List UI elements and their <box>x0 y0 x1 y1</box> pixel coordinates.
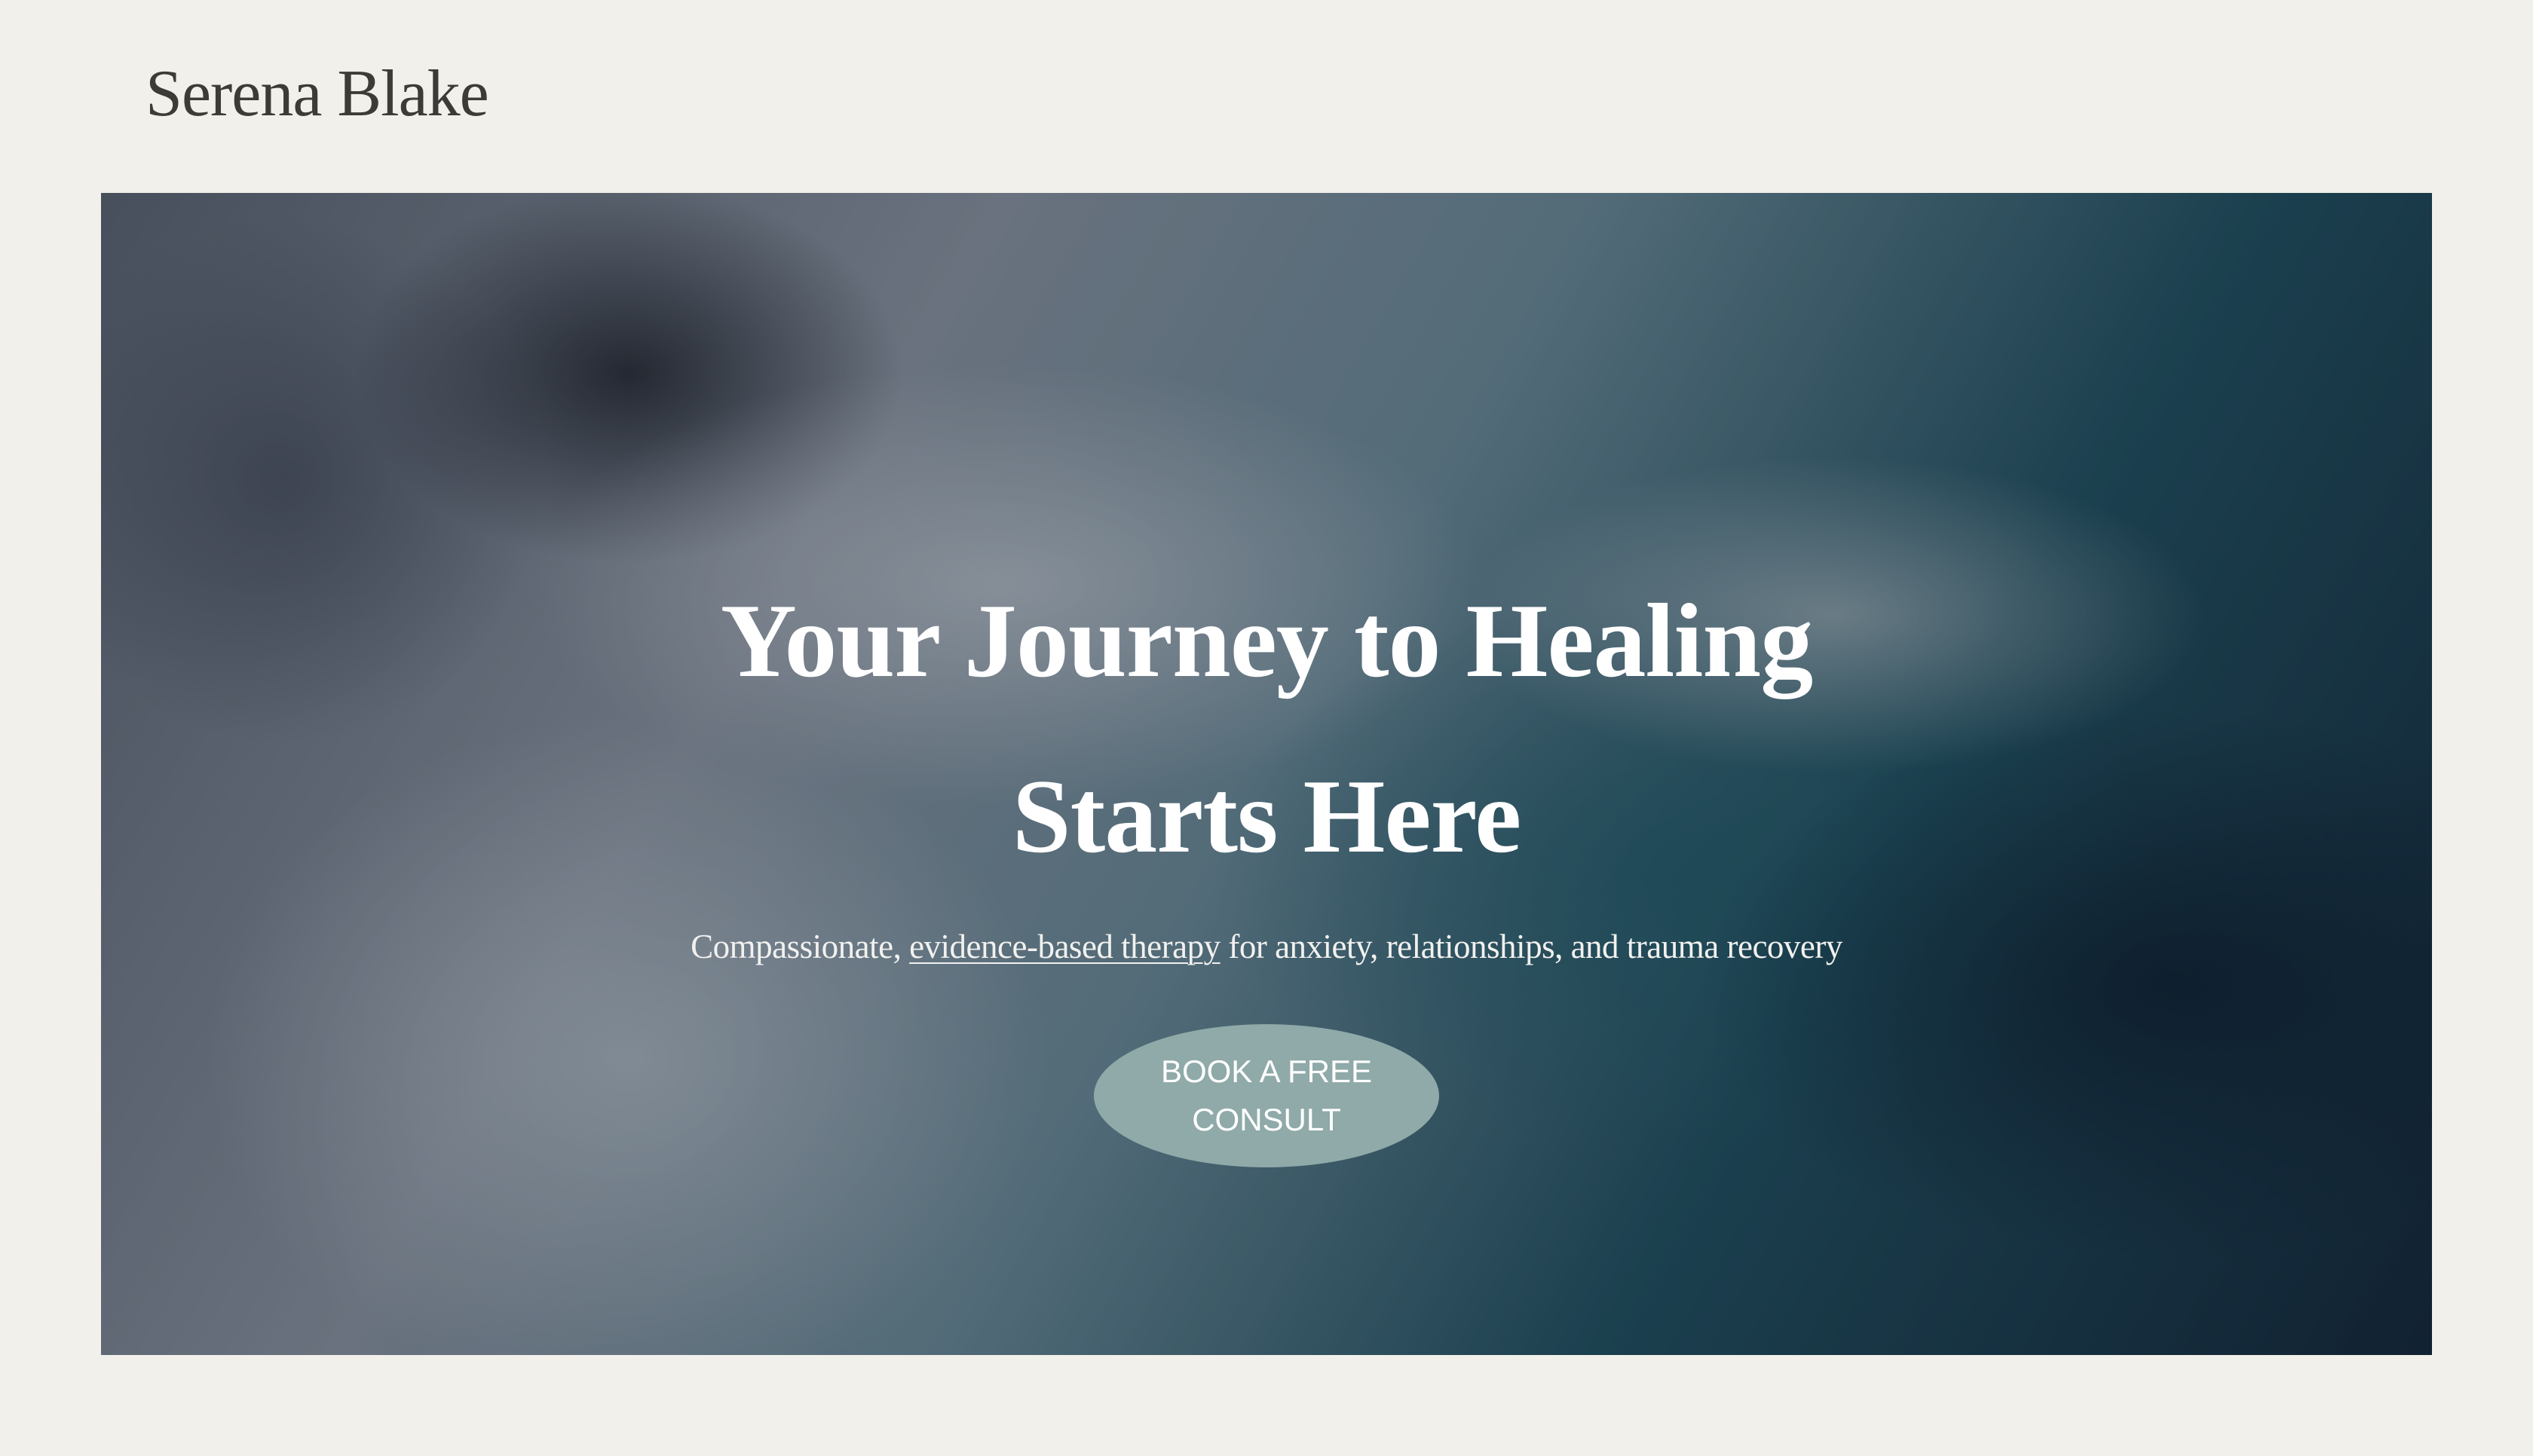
site-brand-name[interactable]: Serena Blake <box>145 54 489 134</box>
hero-content: Your Journey to Healing Starts Here Comp… <box>101 193 2432 1355</box>
tagline-text-before: Compassionate, <box>691 928 910 965</box>
hero-headline: Your Journey to Healing Starts Here <box>101 553 2432 904</box>
book-consult-button[interactable]: BOOK A FREE CONSULT <box>1094 1024 1439 1167</box>
hero-headline-line2: Starts Here <box>1012 758 1522 875</box>
evidence-based-therapy-link[interactable]: evidence-based therapy <box>909 928 1221 965</box>
tagline-text-after: for anxiety, relationships, and trauma r… <box>1220 928 1842 965</box>
page: Serena Blake Your Journey to Healing Sta… <box>0 0 2533 1456</box>
hero-headline-line1: Your Journey to Healing <box>720 583 1813 699</box>
hero-section: Your Journey to Healing Starts Here Comp… <box>101 193 2432 1355</box>
hero-tagline: Compassionate, evidence-based therapy fo… <box>101 927 2432 966</box>
